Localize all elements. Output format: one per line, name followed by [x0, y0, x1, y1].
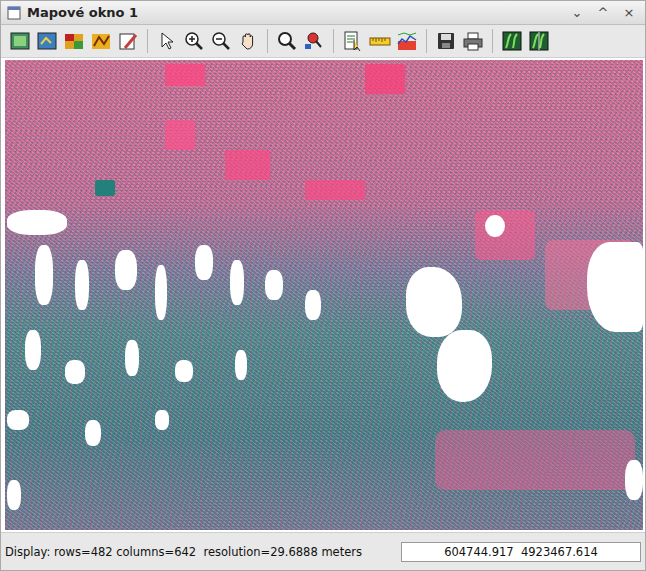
toolbar-separator [492, 29, 493, 53]
map-patch [165, 64, 205, 86]
toolbar-separator [267, 29, 268, 53]
null-area [437, 330, 492, 402]
tool-button[interactable] [208, 28, 234, 54]
display-info: Display: rows=482 columns=642 resolution… [5, 545, 362, 559]
pointer-icon [156, 30, 178, 52]
tool-button[interactable] [61, 28, 87, 54]
map-patch [365, 64, 405, 94]
print-icon [462, 30, 484, 52]
zoomin-icon [183, 30, 205, 52]
null-area [35, 245, 53, 305]
map-patch [225, 150, 270, 180]
null-area [195, 245, 213, 280]
tool-button[interactable] [367, 28, 393, 54]
toolbar-separator [147, 29, 148, 53]
profile-icon [396, 30, 418, 52]
null-area [7, 410, 29, 430]
tool-button[interactable] [181, 28, 207, 54]
map-patch [165, 120, 195, 150]
null-area [230, 260, 244, 305]
toolbar-separator [426, 29, 427, 53]
tool-button[interactable] [301, 28, 327, 54]
erase-icon [117, 30, 139, 52]
null-area [75, 260, 89, 310]
tool-button[interactable] [460, 28, 486, 54]
null-area [155, 265, 167, 320]
window-title: Mapové okno 1 [27, 5, 561, 20]
map-patch [435, 430, 635, 490]
null-area [175, 360, 193, 382]
tool-button[interactable] [394, 28, 420, 54]
toolbar-separator [333, 29, 334, 53]
zoomout-icon [210, 30, 232, 52]
save-icon [435, 30, 457, 52]
pan-icon [237, 30, 259, 52]
coordinates-field: 604744.917 4923467.614 [401, 542, 641, 562]
render-icon [36, 30, 58, 52]
toolbar [1, 25, 645, 58]
null-area [625, 460, 643, 500]
map-window: Mapové okno 1 ⌄ ^ × Display: rows=482 column… [0, 0, 646, 571]
null-area [235, 350, 247, 380]
raster-icon [63, 30, 85, 52]
null-area [265, 270, 283, 300]
query-icon [342, 30, 364, 52]
tool-button[interactable] [340, 28, 366, 54]
map-patch [305, 180, 365, 200]
tool-button[interactable] [34, 28, 60, 54]
tool-button[interactable] [235, 28, 261, 54]
null-area [485, 215, 505, 237]
map-patch [95, 180, 115, 196]
null-area [587, 242, 643, 332]
null-area [85, 420, 101, 446]
tool-button[interactable] [88, 28, 114, 54]
map-icon [9, 30, 31, 52]
null-area [65, 360, 85, 384]
title-bar: Mapové okno 1 ⌄ ^ × [1, 1, 645, 25]
window-control[interactable]: ⌄ [567, 5, 587, 20]
window-icon [7, 6, 21, 20]
tool-button[interactable] [115, 28, 141, 54]
swipe2-icon [528, 30, 550, 52]
tool-button[interactable] [274, 28, 300, 54]
vector-icon [90, 30, 112, 52]
null-area [305, 290, 321, 320]
tool-button[interactable] [499, 28, 525, 54]
null-area [155, 410, 169, 430]
map-patch [475, 210, 535, 260]
zoomopt-icon [303, 30, 325, 52]
null-area [7, 210, 67, 235]
tool-button[interactable] [7, 28, 33, 54]
tool-button[interactable] [154, 28, 180, 54]
null-area [125, 340, 139, 376]
tool-button[interactable] [433, 28, 459, 54]
map-canvas[interactable] [5, 60, 643, 530]
zoombox-icon [276, 30, 298, 52]
null-area [25, 330, 41, 370]
tool-button[interactable] [526, 28, 552, 54]
status-bar: Display: rows=482 columns=642 resolution… [1, 532, 645, 570]
window-control[interactable]: × [619, 5, 639, 20]
null-area [406, 267, 462, 337]
window-control[interactable]: ^ [593, 5, 613, 20]
null-area [115, 250, 137, 290]
measure-icon [369, 30, 391, 52]
swipe1-icon [501, 30, 523, 52]
null-area [7, 480, 21, 510]
map-area [1, 58, 645, 532]
